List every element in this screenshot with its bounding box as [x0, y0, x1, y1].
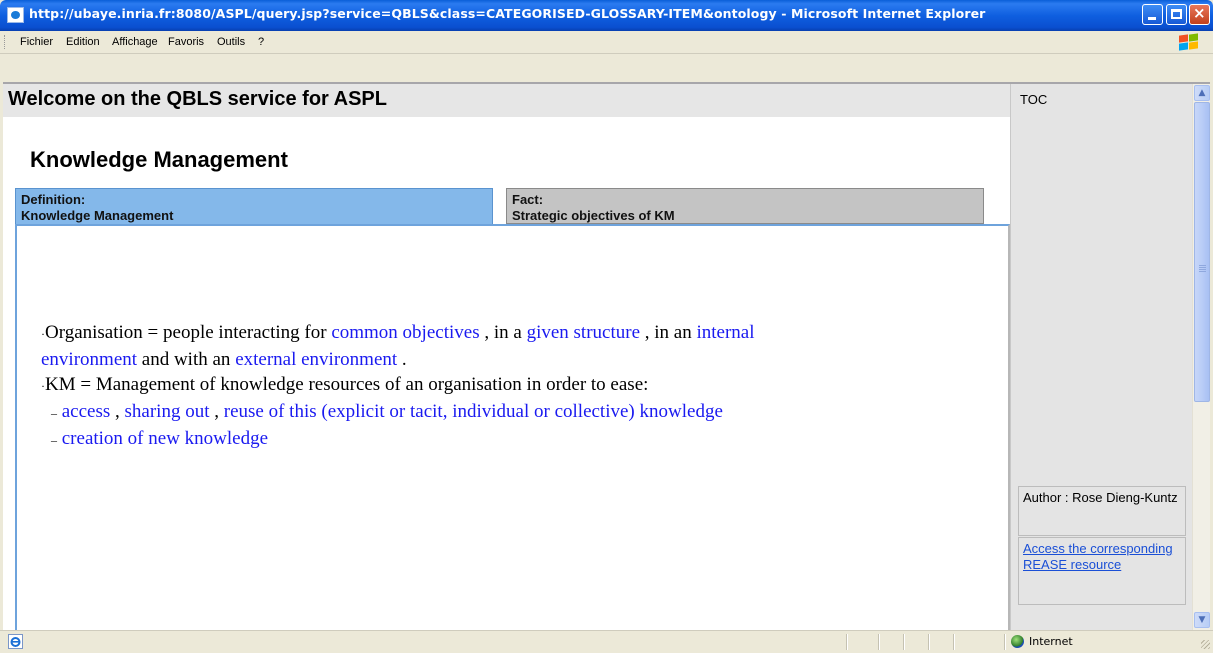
tab-fact[interactable]: Fact: Strategic objectives of KM [506, 188, 984, 224]
tab-kind-label: Fact: [512, 192, 544, 207]
minimize-button[interactable] [1142, 4, 1163, 25]
globe-icon [1011, 635, 1024, 648]
text-line: ·Organisation = people interacting for c… [41, 320, 1011, 347]
scroll-down-button[interactable]: ▼ [1194, 612, 1210, 628]
text-span: , [110, 401, 125, 422]
maximize-icon [1171, 9, 1182, 19]
minimize-icon [1148, 17, 1156, 20]
text-line: environment and with an external environ… [41, 347, 1011, 372]
text-span: Organisation = people interacting for [45, 322, 332, 343]
status-divider [878, 634, 880, 650]
page-title: Welcome on the QBLS service for ASPL [8, 88, 387, 110]
link-internal-environment[interactable]: environment [41, 349, 137, 370]
window-title: http://ubaye.inria.fr:8080/ASPL/query.js… [29, 6, 986, 21]
status-divider [1004, 634, 1006, 650]
close-icon: × [1193, 4, 1206, 22]
text-span: and with an [137, 349, 236, 370]
text-line: ·KM = Management of knowledge resources … [41, 372, 1011, 399]
link-sharing-out[interactable]: sharing out [125, 401, 210, 422]
toc-sidebar: TOC Author : Rose Dieng-Kuntz Access the… [1010, 84, 1192, 630]
menu-outils[interactable]: Outils [217, 36, 245, 48]
scroll-up-button[interactable]: ▲ [1194, 85, 1210, 101]
author-box: Author : Rose Dieng-Kuntz [1018, 486, 1186, 536]
toc-label: TOC [1020, 92, 1048, 107]
dash-icon: – [51, 433, 57, 447]
windows-logo-icon [1179, 33, 1199, 51]
close-button[interactable]: × [1189, 4, 1210, 25]
maximize-button[interactable] [1166, 4, 1187, 25]
definition-text: ·Organisation = people interacting for c… [41, 320, 1011, 453]
scroll-thumb[interactable] [1194, 102, 1210, 402]
link-common-objectives[interactable]: common objectives [331, 322, 479, 343]
text-line: – creation of new knowledge [41, 426, 1011, 453]
security-zone-label: Internet [1029, 635, 1073, 648]
status-divider [903, 634, 905, 650]
dash-icon: – [51, 406, 57, 420]
text-span: , in a [479, 322, 527, 343]
tab-name-label: Knowledge Management [21, 208, 174, 223]
link-access[interactable]: access [62, 401, 111, 422]
text-span: KM = Management of knowledge resources o… [45, 374, 649, 395]
tab-name-label: Strategic objectives of KM [512, 208, 675, 223]
grip-icon [1199, 265, 1206, 266]
menu-bar: Fichier Edition Affichage Favoris Outils… [0, 31, 1213, 54]
resize-grip-icon[interactable] [1201, 640, 1210, 649]
page-header: Welcome on the QBLS service for ASPL [3, 84, 1010, 117]
ie-page-icon [7, 7, 24, 23]
menu-affichage[interactable]: Affichage [112, 36, 158, 48]
access-resource-link[interactable]: Access the corresponding REASE resource [1023, 541, 1173, 572]
status-divider [846, 634, 848, 650]
tab-kind-label: Definition: [21, 192, 86, 207]
page-viewport: Welcome on the QBLS service for ASPL Kno… [3, 84, 1192, 630]
access-resource-box: Access the corresponding REASE resource [1018, 537, 1186, 605]
status-divider [928, 634, 930, 650]
link-internal-environment[interactable]: internal [696, 322, 754, 343]
concept-title: Knowledge Management [30, 147, 288, 172]
text-span: . [397, 349, 407, 370]
link-creation-new-knowledge[interactable]: creation of new knowledge [62, 428, 268, 449]
text-span: , [209, 401, 224, 422]
tab-definition[interactable]: Definition: Knowledge Management [15, 188, 493, 224]
vertical-scrollbar[interactable]: ▲ ▼ [1192, 84, 1210, 630]
status-bar: Internet [0, 630, 1213, 653]
menu-help[interactable]: ? [258, 36, 264, 48]
toolbar-grip[interactable] [4, 35, 8, 49]
menu-favoris[interactable]: Favoris [168, 36, 204, 48]
menu-edition[interactable]: Edition [66, 36, 100, 48]
status-divider [953, 634, 955, 650]
ie-status-icon [8, 634, 23, 649]
text-line: – access , sharing out , reuse of this (… [41, 399, 1011, 426]
menu-fichier[interactable]: Fichier [20, 36, 53, 48]
text-span: , in an [640, 322, 697, 343]
window-title-bar[interactable]: http://ubaye.inria.fr:8080/ASPL/query.js… [0, 0, 1213, 31]
link-reuse-knowledge[interactable]: reuse of this (explicit or tacit, indivi… [224, 401, 723, 422]
link-given-structure[interactable]: given structure [527, 322, 640, 343]
link-external-environment[interactable]: external environment [235, 349, 397, 370]
